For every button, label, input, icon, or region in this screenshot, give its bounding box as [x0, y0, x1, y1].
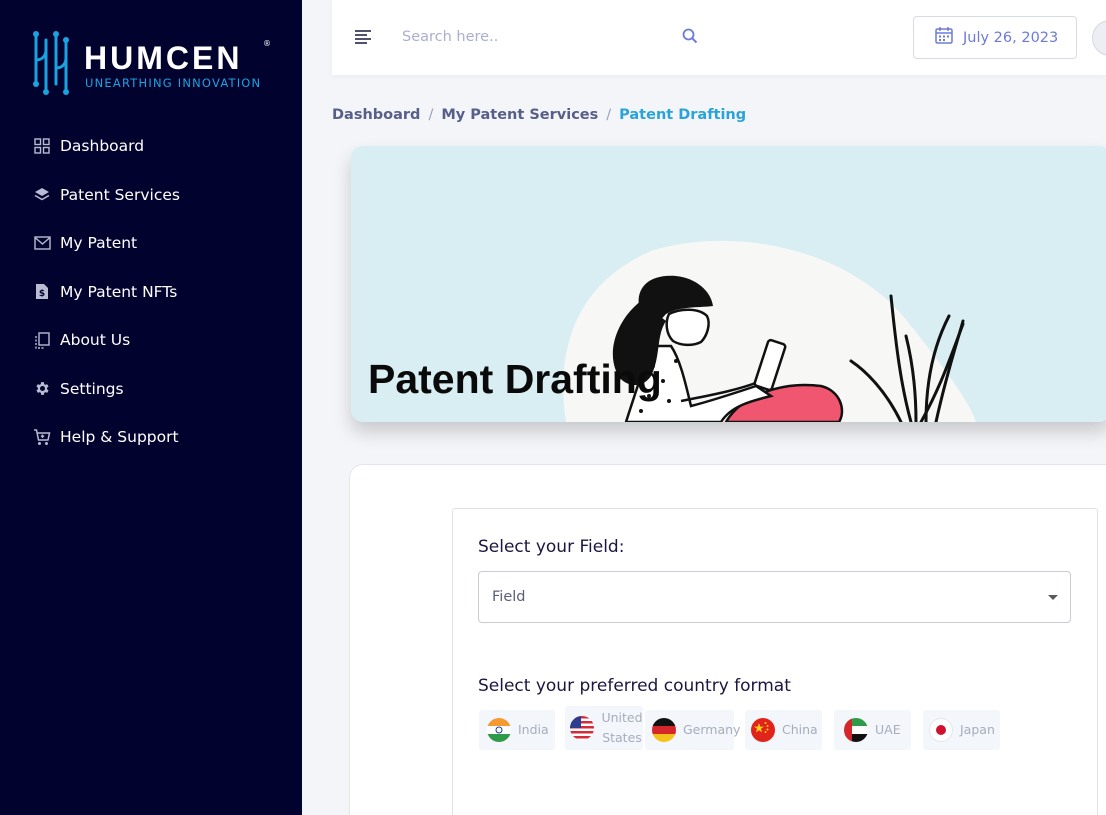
country-name-line1: United — [601, 710, 643, 725]
topbar: July 26, 2023 — [332, 0, 1106, 75]
cart-icon — [33, 428, 51, 446]
sidebar-item-patent-services[interactable]: Patent Services — [33, 171, 283, 220]
country-option-china[interactable]: China — [745, 710, 822, 750]
humcen-logo[interactable]: HUMCEN ® UNEARTHING INNOVATION — [32, 30, 277, 96]
breadcrumb-dashboard[interactable]: Dashboard — [332, 107, 420, 123]
sidebar-item-settings[interactable]: Settings — [33, 365, 283, 414]
svg-text:$: $ — [39, 289, 45, 299]
country-option-germany[interactable]: Germany — [645, 710, 740, 750]
dollar-file-icon: $ — [33, 283, 51, 301]
china-flag-icon — [751, 718, 775, 742]
germany-flag-icon — [652, 718, 676, 742]
country-option-united-states[interactable]: United States — [565, 706, 643, 750]
country-name: Germany — [683, 722, 741, 737]
country-option-japan[interactable]: Japan — [923, 710, 1000, 750]
sidebar-item-label: My Patent NFTs — [60, 282, 178, 301]
india-flag-icon — [487, 718, 511, 742]
sidebar-item-about-us[interactable]: About Us — [33, 316, 283, 365]
sidebar-nav: Dashboard Patent Services My Patent $ My… — [33, 122, 283, 462]
sidebar-item-label: Help & Support — [60, 428, 179, 447]
country-format-label: Select your preferred country format — [478, 676, 791, 696]
country-name: United States — [601, 708, 643, 748]
sidebar-item-label: My Patent — [60, 234, 138, 253]
breadcrumb-patent-drafting: Patent Drafting — [619, 107, 747, 123]
sidebar-item-label: Settings — [60, 379, 124, 398]
menu-toggle-icon[interactable] — [354, 29, 372, 45]
hero-banner: Patent Drafting — [351, 146, 1106, 422]
country-name: UAE — [875, 722, 901, 737]
field-select-value: Field — [492, 589, 526, 605]
envelope-icon — [33, 234, 51, 252]
calendar-icon — [935, 26, 953, 49]
sidebar-item-my-patent[interactable]: My Patent — [33, 219, 283, 268]
country-option-uae[interactable]: UAE — [834, 710, 911, 750]
country-name: India — [518, 722, 549, 737]
country-option-india[interactable]: India — [479, 710, 555, 750]
field-label: Select your Field: — [478, 537, 625, 557]
sidebar-item-help-support[interactable]: Help & Support — [33, 413, 283, 462]
grid-icon — [33, 137, 51, 155]
sidebar: HUMCEN ® UNEARTHING INNOVATION Dashboard… — [0, 0, 302, 815]
sidebar-item-my-patent-nfts[interactable]: $ My Patent NFTs — [33, 268, 283, 317]
registered-mark: ® — [263, 39, 271, 48]
country-name: Japan — [960, 722, 995, 737]
usa-flag-icon — [570, 716, 594, 740]
sidebar-item-label: Dashboard — [60, 137, 145, 156]
layers-icon — [33, 186, 51, 204]
date-picker[interactable]: July 26, 2023 — [913, 16, 1077, 59]
sidebar-item-label: About Us — [60, 331, 131, 350]
brand-name: HUMCEN — [84, 40, 242, 76]
sidebar-item-dashboard[interactable]: Dashboard — [33, 122, 283, 171]
chevron-down-icon — [1048, 595, 1058, 600]
copy-icon — [33, 331, 51, 349]
field-select[interactable]: Field — [478, 571, 1071, 623]
page-title: Patent Drafting — [368, 356, 662, 402]
date-label: July 26, 2023 — [963, 29, 1059, 46]
breadcrumb: Dashboard / My Patent Services / Patent … — [332, 107, 746, 123]
japan-flag-icon — [929, 718, 953, 742]
uae-flag-icon — [844, 718, 868, 742]
breadcrumb-separator: / — [428, 107, 434, 123]
sidebar-item-label: Patent Services — [60, 185, 180, 204]
brand-tagline: UNEARTHING INNOVATION — [85, 76, 261, 90]
search-input[interactable] — [402, 22, 702, 52]
breadcrumb-separator: / — [606, 107, 612, 123]
breadcrumb-my-patent-services[interactable]: My Patent Services — [441, 107, 598, 123]
country-name: China — [782, 722, 818, 737]
humcen-logo-mark-icon: HUMCEN ® UNEARTHING INNOVATION — [33, 31, 271, 95]
search-icon[interactable] — [682, 28, 700, 46]
gear-icon — [33, 380, 51, 398]
country-name-line2: States — [602, 730, 642, 745]
avatar[interactable] — [1092, 20, 1106, 56]
